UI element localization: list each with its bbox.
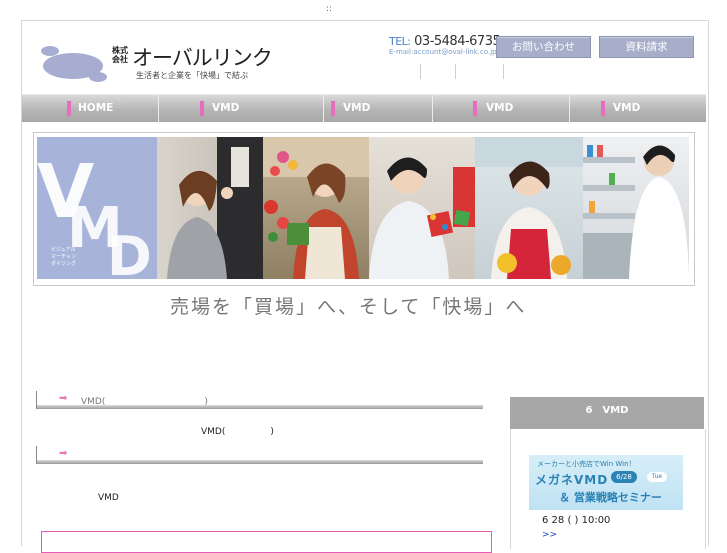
- nav-item-vmd-4[interactable]: VMD: [570, 95, 706, 122]
- nav-marker: [67, 101, 71, 116]
- banner-weekday-badge: Tue: [647, 472, 667, 482]
- company-logo[interactable]: [40, 44, 110, 84]
- section-text: VMD( ): [201, 427, 274, 437]
- nav-item-vmd-3[interactable]: VMD: [433, 95, 570, 122]
- nav-item-label: VMD: [212, 102, 240, 114]
- more-link[interactable]: >>: [542, 530, 557, 540]
- nav-marker: [331, 101, 335, 116]
- kabushiki-label: 株式会社: [112, 46, 128, 64]
- nav-item-label: VMD: [486, 102, 514, 114]
- header-divider: [420, 64, 421, 79]
- hero-photo-apparel: [157, 137, 263, 279]
- vmd-small-text: ビジュアル マーチャン ダイジング: [51, 247, 76, 268]
- company-name: オーバルリンク: [132, 46, 273, 70]
- svg-text:D: D: [107, 225, 152, 279]
- section-underline: [37, 405, 483, 409]
- vmd-small-line: ビジュアル: [51, 247, 76, 253]
- email-address[interactable]: E-mail:account@oval-link.co.jp: [389, 48, 497, 56]
- event-date: 6 28 ( ) 10:00: [542, 515, 611, 526]
- nav-marker: [473, 101, 477, 116]
- nav-marker: [200, 101, 204, 116]
- vmd-small-line: ダイジング: [51, 261, 77, 267]
- nav-item-label: VMD: [613, 102, 641, 114]
- hero-photo-pharmacy: [583, 137, 689, 279]
- nav-item-vmd-2[interactable]: VMD: [324, 95, 433, 122]
- tel-value: 03-5484-6735: [414, 34, 501, 49]
- nav-item-label: VMD: [343, 102, 371, 114]
- hero-photo-flowers: [263, 137, 369, 279]
- request-materials-button[interactable]: 資料請求: [599, 36, 694, 58]
- banner-subtitle: ＆ 営業戦略セミナー: [559, 491, 662, 504]
- hero-photo-toy: [369, 137, 475, 279]
- top-dots: ::: [326, 4, 333, 14]
- tel-number: TEL: 03-5484-6735: [389, 34, 501, 49]
- nav-marker: [601, 101, 605, 116]
- tel-label: TEL:: [389, 35, 411, 48]
- header-divider: [455, 64, 456, 79]
- company-tagline: 生活者と企業を「快場」で結ぶ: [136, 71, 248, 80]
- banner-title: メガネVMD: [535, 473, 609, 487]
- section-header-vmd[interactable]: ➡ VMD( ): [36, 391, 483, 409]
- hero-headline: 売場を「買場」へ、そして「快場」へ: [170, 296, 527, 318]
- vmd-panel: V M D ビジュアル マーチャン ダイジング: [37, 137, 157, 279]
- nav-item-vmd-1[interactable]: VMD: [159, 95, 324, 122]
- banner-caption: メーカーと小売店でWin Win！: [537, 460, 636, 468]
- hero-photo-fruit: [475, 137, 583, 279]
- email-label: E-mail:: [389, 48, 414, 56]
- nav-item-label: HOME: [78, 102, 114, 114]
- sidebar-heading: 6 VMD: [510, 397, 704, 429]
- arrow-right-icon: ➡: [59, 393, 68, 404]
- section-header-2[interactable]: ➡: [36, 446, 483, 464]
- header-divider: [503, 64, 504, 79]
- arrow-right-icon: ➡: [59, 448, 68, 459]
- vmd-small-line: マーチャン: [51, 254, 76, 260]
- seminar-banner[interactable]: メーカーと小売店でWin Win！ メガネVMD 6/28 Tue ＆ 営業戦略…: [529, 455, 683, 510]
- highlight-box: [41, 531, 492, 553]
- section-underline: [37, 460, 483, 464]
- main-nav: HOME VMD VMD VMD VMD: [22, 94, 706, 122]
- nav-item-home[interactable]: HOME: [22, 95, 159, 122]
- email-value[interactable]: account@oval-link.co.jp: [413, 48, 496, 56]
- contact-button[interactable]: お問い合わせ: [496, 36, 591, 58]
- hero-banner: V M D ビジュアル マーチャン ダイジング: [33, 132, 695, 286]
- banner-date-badge: 6/28: [611, 471, 637, 483]
- body-text: VMD: [98, 493, 119, 503]
